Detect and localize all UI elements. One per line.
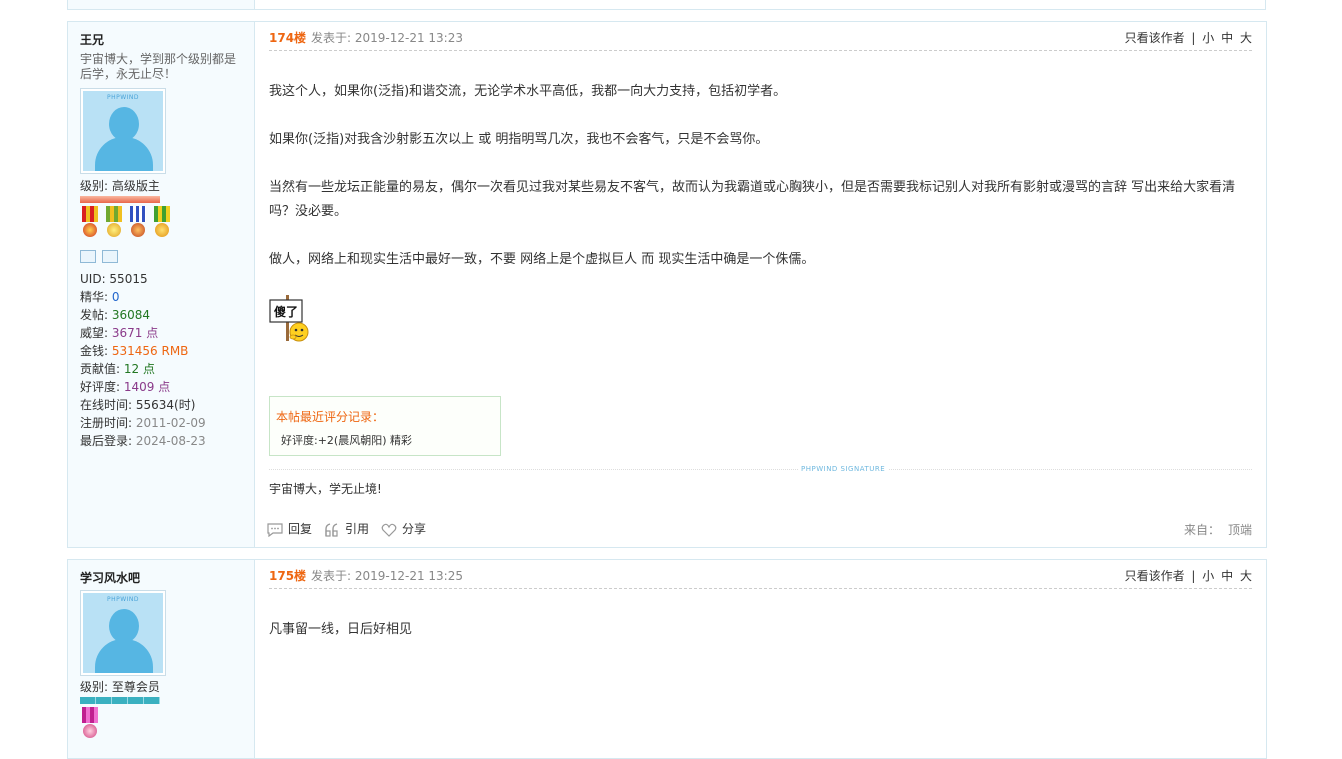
- post-174: 王兄 宇宙博大，学到那个级别都是后学，永无止尽！ PHPWIND 级别: 高级版…: [67, 21, 1267, 548]
- medal-icon[interactable]: [80, 707, 100, 741]
- share-button[interactable]: 分享: [381, 520, 426, 537]
- post-content: 凡事留一线，日后好相见: [269, 618, 1252, 666]
- medal-icon[interactable]: [128, 206, 148, 240]
- only-author-link[interactable]: 只看该作者: [1125, 31, 1185, 45]
- author-name[interactable]: 王兄: [80, 31, 104, 48]
- font-small-link[interactable]: 小: [1202, 31, 1214, 45]
- separator: |: [1191, 31, 1196, 45]
- stat-money: 金钱: 531456 RMB: [80, 344, 189, 358]
- content-paragraph: 凡事留一线，日后好相见: [269, 622, 413, 637]
- stat-digest: 精华: 0: [80, 290, 120, 304]
- post-header: 174楼 发表于: 2019-12-21 13:23 只看该作者 | 小 中 大: [269, 22, 1252, 51]
- signature-divider: [269, 469, 1252, 470]
- signature-text: 宇宙博大，学无止境!: [269, 482, 382, 496]
- only-author-link[interactable]: 只看该作者: [1125, 569, 1185, 583]
- emoticon-text: 傻了: [273, 304, 298, 319]
- from-label: 来自：: [1183, 523, 1220, 537]
- post-175: 学习风水吧 PHPWIND 级别: 至尊会员 175楼 发表于: 2019-12…: [67, 559, 1267, 759]
- profile-card-icon[interactable]: [80, 250, 96, 263]
- quote-icon: [325, 522, 338, 537]
- post-source: 来自： 顶端: [1184, 521, 1252, 538]
- font-large-link[interactable]: 大: [1240, 569, 1252, 583]
- rating-title: 本帖最近评分记录：: [276, 410, 385, 424]
- content-paragraph: 我这个人，如果你(泛指)和谐交流，无论学术水平高低，我都一向大力支持，包括初学者…: [269, 84, 787, 99]
- content-paragraph: 如果你(泛指)对我含沙射影五次以上 或 明指明骂几次，我也不会客气，只是不会骂你…: [269, 132, 769, 147]
- back-to-top-link[interactable]: 顶端: [1228, 523, 1252, 537]
- signature-label: PHPWIND SIGNATURE: [798, 465, 889, 473]
- author-name[interactable]: 学习风水吧: [80, 569, 140, 586]
- reply-icon: [267, 522, 283, 537]
- medal-icon[interactable]: [80, 206, 100, 240]
- font-large-link[interactable]: 大: [1240, 31, 1252, 45]
- content-paragraph: 当然有一些龙坛正能量的易友，偶尔一次看见过我对某些易友不客气，故而认为我霸道或心…: [269, 180, 1236, 219]
- post-content: 我这个人，如果你(泛指)和谐交流，无论学术水平高低，我都一向大力支持，包括初学者…: [269, 80, 1252, 296]
- stat-prestige: 威望: 3671 点: [80, 326, 159, 340]
- floor-number[interactable]: 175楼: [269, 567, 306, 584]
- stat-posts: 发帖: 36084: [80, 308, 151, 322]
- post-main: 174楼 发表于: 2019-12-21 13:23 只看该作者 | 小 中 大…: [255, 22, 1266, 547]
- author-sidebar: 学习风水吧 PHPWIND 级别: 至尊会员: [68, 560, 255, 758]
- avatar-watermark: PHPWIND: [106, 94, 140, 101]
- separator: |: [1191, 569, 1196, 583]
- share-heart-icon: [381, 523, 397, 537]
- author-stats: UID: 55015 精华: 0 发帖: 36084 威望: 3671 点 金钱…: [80, 270, 206, 450]
- floor-number[interactable]: 174楼: [269, 29, 306, 46]
- mail-icon[interactable]: [102, 250, 118, 263]
- quote-button[interactable]: 引用: [324, 520, 369, 537]
- post-time: 发表于: 2019-12-21 13:25: [311, 569, 463, 583]
- stat-uid: UID: 55015: [80, 272, 148, 286]
- stat-register-date: 注册时间: 2011-02-09: [80, 416, 206, 430]
- share-label: 分享: [402, 522, 427, 536]
- rating-value: 好评度:+2(晨风朝阳) 精彩: [281, 434, 413, 447]
- reply-label: 回复: [288, 522, 313, 536]
- quote-label: 引用: [345, 522, 370, 536]
- font-small-link[interactable]: 小: [1202, 569, 1214, 583]
- stat-rating: 好评度: 1409 点: [80, 380, 171, 394]
- font-medium-link[interactable]: 中: [1221, 569, 1233, 583]
- previous-post-bottom: [67, 0, 1266, 10]
- user-level: 级别: 高级版主: [80, 179, 160, 193]
- post-main: 175楼 发表于: 2019-12-21 13:25 只看该作者 | 小 中 大…: [255, 560, 1266, 758]
- emoticon-sign-icon: 傻了: [269, 295, 309, 342]
- level-bar: [80, 196, 160, 203]
- avatar[interactable]: PHPWIND: [80, 590, 166, 676]
- rating-record-box: 本帖最近评分记录： 好评度:+2(晨风朝阳) 精彩: [269, 396, 501, 456]
- medal-icon[interactable]: [152, 206, 172, 240]
- author-sidebar: 王兄 宇宙博大，学到那个级别都是后学，永无止尽！ PHPWIND 级别: 高级版…: [68, 22, 255, 547]
- stat-last-login: 最后登录: 2024-08-23: [80, 434, 206, 448]
- medal-icon[interactable]: [104, 206, 124, 240]
- previous-post-sidebar: [68, 0, 255, 9]
- level-bar: [80, 697, 160, 704]
- font-medium-link[interactable]: 中: [1221, 31, 1233, 45]
- content-paragraph: 做人，网络上和现实生活中最好一致，不要 网络上是个虚拟巨人 而 现实生活中确是一…: [269, 252, 815, 267]
- post-time: 发表于: 2019-12-21 13:23: [311, 31, 463, 45]
- stat-online-time: 在线时间: 55634(时): [80, 398, 196, 412]
- author-motto: 宇宙博大，学到那个级别都是后学，永无止尽！: [80, 52, 237, 81]
- avatar[interactable]: PHPWIND: [80, 88, 166, 174]
- user-level: 级别: 至尊会员: [80, 680, 160, 694]
- stat-contribution: 贡献值: 12 点: [80, 362, 155, 376]
- post-header: 175楼 发表于: 2019-12-21 13:25 只看该作者 | 小 中 大: [269, 560, 1252, 589]
- avatar-watermark: PHPWIND: [106, 596, 140, 603]
- reply-button[interactable]: 回复: [267, 520, 312, 537]
